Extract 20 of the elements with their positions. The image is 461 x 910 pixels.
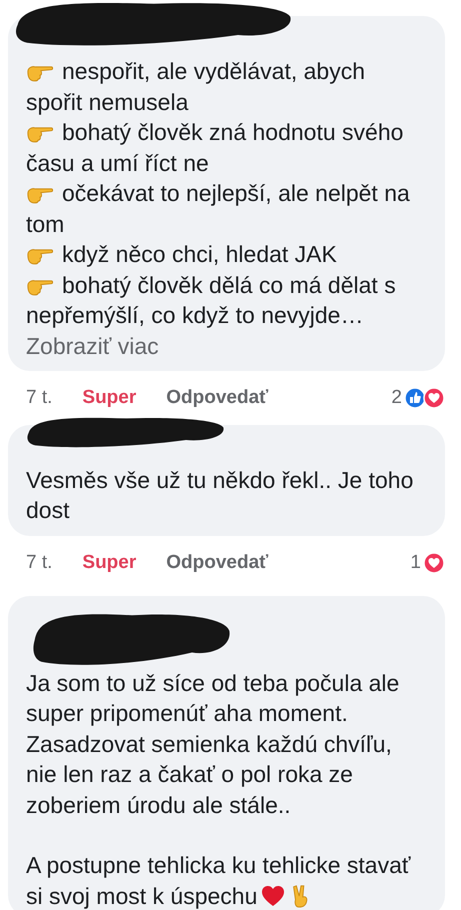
pointing-hand-icon: [26, 124, 54, 143]
reaction-count: 2: [391, 386, 402, 408]
comment-text: bohatý člověk dělá co má dělat s nepřemýšlí, co když to nevyjde…: [26, 270, 397, 330]
comment-text: když něco chci, hledat JAK: [26, 239, 427, 270]
like-icon: [404, 386, 426, 408]
reply-link[interactable]: Odpovedať: [166, 552, 268, 574]
heart-icon: [261, 884, 286, 908]
reply-link[interactable]: Odpovedať: [166, 386, 268, 408]
pointing-hand-icon: [26, 246, 54, 265]
see-more-link[interactable]: Zobraziť viac: [26, 330, 427, 360]
pointing-hand-icon: [26, 185, 54, 204]
comment-text: Vesměs vše už tu někdo řekl.. Je toho dost: [26, 466, 414, 525]
comment-text: A postupne tehlicka ku tehlicke stavať si svoj most k úspechu: [26, 851, 412, 910]
pointing-hand-icon: [26, 63, 54, 82]
comment-time: 7 t.: [26, 386, 52, 408]
reaction-count: 1: [410, 552, 421, 574]
reaction-link[interactable]: Super: [82, 552, 136, 574]
reaction-link[interactable]: Super: [82, 386, 136, 408]
comment-text: Ja som to už síce od teba počula ale super pripomenúť aha moment. Zasadzovat semienka každú chvíľu, nie len raz a čakať o pol roka ze zoberiem úrodu ale stále..: [26, 668, 400, 820]
comment-time: 7 t.: [26, 552, 52, 574]
